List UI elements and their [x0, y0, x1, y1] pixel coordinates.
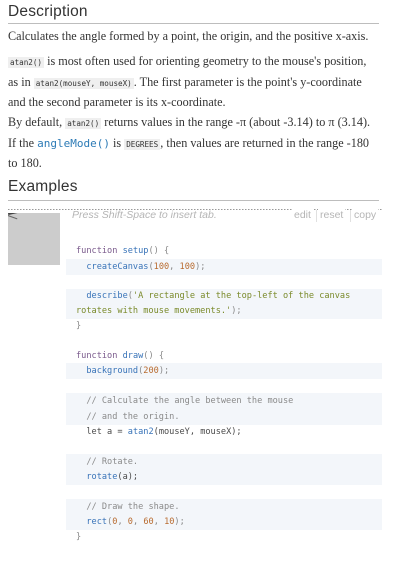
button-separator: [350, 210, 351, 222]
number: 100: [179, 262, 196, 272]
editor-placeholder: Press Shift-Space to insert tab.: [72, 209, 217, 221]
code-line[interactable]: }: [66, 318, 382, 334]
code-text: let a =: [86, 427, 128, 437]
comment: // Draw the shape.: [86, 502, 180, 512]
punctuation: );: [195, 262, 206, 272]
punctuation: ,: [132, 517, 144, 527]
number: 60: [143, 517, 154, 527]
description-paragraph-2: atan2() is most often used for orienting…: [8, 52, 382, 112]
function-name: atan2: [127, 427, 154, 437]
text: returns values in the range -π (about -3…: [101, 115, 371, 129]
code-line[interactable]: // Calculate the angle between the mouse: [66, 393, 382, 409]
text: . The first parameter is the point's y-c…: [133, 74, 362, 89]
punctuation: );: [158, 366, 170, 376]
code-line[interactable]: function setup() {: [66, 243, 382, 259]
inline-code: atan2(): [8, 57, 45, 68]
number: 10: [164, 517, 175, 527]
heading-rule: [8, 23, 379, 24]
text: to 180.: [8, 156, 42, 170]
code-line[interactable]: background(200);: [66, 363, 382, 379]
string: 'A rectangle at the top-left of the canv…: [132, 291, 351, 301]
text: , then values are returned in the range …: [160, 135, 370, 150]
function-name: draw: [122, 351, 144, 361]
description-heading: Description: [8, 3, 88, 20]
description-paragraph-3: By default, atan2() returns values in th…: [8, 113, 382, 173]
inline-code: atan2(mouseY, mouseX): [33, 77, 134, 89]
angle-mode-link[interactable]: angleMode(): [37, 137, 110, 150]
function-name: background: [86, 366, 139, 376]
rotated-rectangle: [8, 213, 26, 215]
function-name: createCanvas: [86, 262, 149, 272]
code-line[interactable]: // Rotate.: [66, 454, 382, 470]
code-line[interactable]: rect(0, 0, 60, 10);: [66, 514, 382, 530]
text: as in: [8, 74, 34, 89]
text: is: [109, 135, 125, 150]
examples-heading: Examples: [8, 178, 78, 195]
text: is most often used for orienting geometr…: [44, 54, 367, 68]
rectangle-edge: [8, 215, 18, 220]
number: 100: [153, 262, 170, 272]
code-line[interactable]: }: [66, 529, 382, 545]
text: If the: [8, 135, 38, 150]
punctuation: () {: [143, 351, 164, 361]
code-line[interactable]: function draw() {: [66, 348, 382, 364]
comment: // Rotate.: [86, 457, 139, 467]
reset-button[interactable]: reset: [318, 209, 346, 221]
number: 200: [143, 366, 159, 376]
string: rotates with mouse movements.': [76, 306, 232, 316]
description-paragraph-1: Calculates the angle formed by a point, …: [8, 29, 369, 43]
heading-rule: [8, 200, 379, 201]
comment: // and the origin.: [86, 412, 180, 422]
code-text: (mouseY, mouseX);: [153, 427, 242, 437]
code-line[interactable]: // and the origin.: [66, 409, 382, 425]
code-line[interactable]: describe('A rectangle at the top-left of…: [66, 289, 382, 319]
code-line[interactable]: // Draw the shape.: [66, 499, 382, 515]
example-canvas: [8, 213, 60, 265]
punctuation: ,: [169, 262, 180, 272]
code-line[interactable]: createCanvas(100, 100);: [66, 259, 382, 275]
function-name: rotate: [86, 472, 118, 482]
function-name: setup: [122, 246, 149, 256]
punctuation: ,: [117, 517, 128, 527]
punctuation: );: [174, 517, 185, 527]
function-name: describe: [86, 291, 128, 301]
punctuation: ,: [153, 517, 165, 527]
button-separator: [316, 210, 317, 222]
closing-brace: }: [76, 532, 82, 542]
keyword: function: [76, 246, 118, 256]
punctuation: );: [231, 306, 242, 316]
edit-button[interactable]: edit: [292, 209, 313, 221]
punctuation: () {: [148, 246, 170, 256]
code-text: (a);: [117, 472, 139, 482]
function-name: rect: [86, 517, 108, 527]
inline-code: DEGREES: [124, 138, 161, 150]
comment: // Calculate the angle between the mouse: [86, 396, 294, 406]
copy-button[interactable]: copy: [352, 209, 379, 221]
closing-brace: }: [76, 321, 82, 331]
keyword: function: [76, 351, 118, 361]
code-line[interactable]: rotate(a);: [66, 469, 382, 485]
code-line[interactable]: let a = atan2(mouseY, mouseX);: [66, 424, 382, 440]
text: By default,: [8, 115, 66, 129]
inline-code: atan2(): [65, 118, 102, 129]
text: and the second parameter is its x-coordi…: [8, 95, 226, 109]
